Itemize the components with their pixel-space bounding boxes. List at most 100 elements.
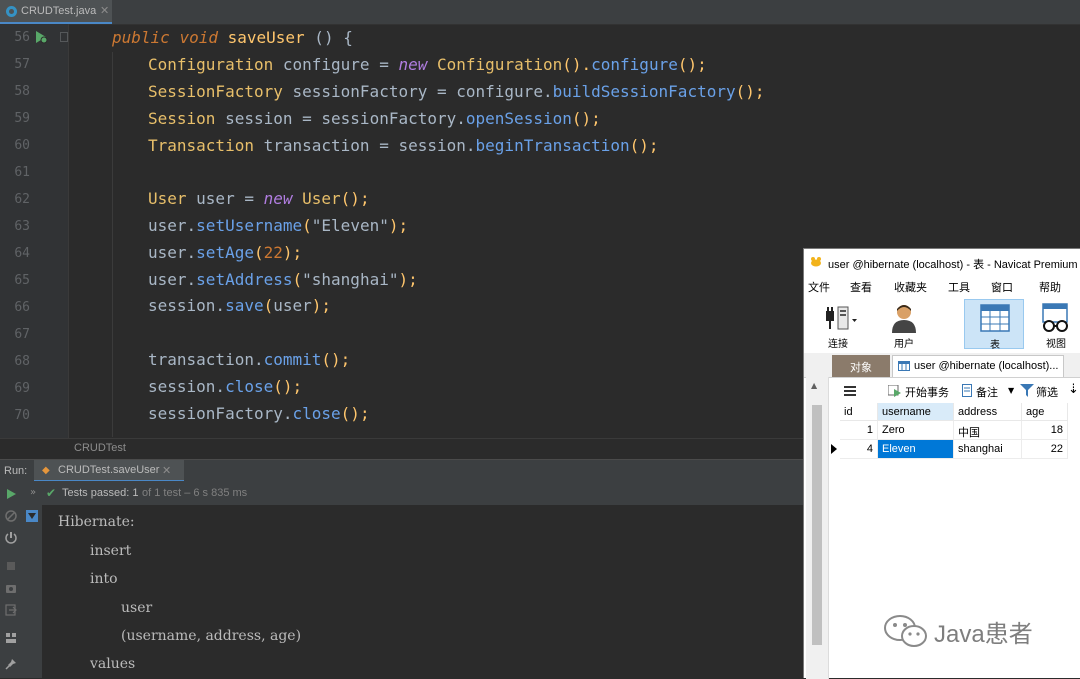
cell-id[interactable]: 1 bbox=[840, 421, 878, 440]
breadcrumb: CRUDTest bbox=[0, 438, 803, 459]
memo-icon bbox=[962, 384, 972, 397]
editor-tab-crudtest[interactable]: CRUDTest.java ✕ bbox=[0, 0, 112, 24]
user-button[interactable]: 用户 bbox=[882, 299, 926, 350]
view-icon bbox=[1042, 303, 1068, 332]
rerun-icon[interactable] bbox=[4, 487, 18, 501]
cell-age[interactable]: 22 bbox=[1022, 440, 1068, 459]
column-header-id[interactable]: id bbox=[840, 403, 878, 421]
code-line-70: sessionFactory.close(); bbox=[148, 404, 370, 423]
test-config-icon: ◆ bbox=[42, 465, 50, 476]
column-header-address[interactable]: address bbox=[954, 403, 1022, 421]
code-line-69: session.close(); bbox=[148, 377, 303, 396]
cell-id[interactable]: 4 bbox=[840, 440, 878, 459]
export-icon[interactable] bbox=[4, 603, 18, 617]
line-number: 63 bbox=[14, 219, 30, 234]
column-header-username[interactable]: username bbox=[878, 403, 954, 421]
connect-label: 连接 bbox=[828, 339, 848, 350]
scrollbar[interactable]: ▲ bbox=[806, 377, 829, 679]
table-icon bbox=[980, 304, 1010, 332]
tab-objects[interactable]: 对象 bbox=[832, 355, 890, 377]
menu-file[interactable]: 文件 bbox=[808, 279, 830, 295]
table-label: 表 bbox=[990, 340, 1000, 351]
editor-tab-label: CRUDTest.java bbox=[21, 5, 97, 17]
view-label: 视图 bbox=[1046, 339, 1066, 350]
cell-username[interactable]: Zero bbox=[878, 421, 954, 440]
run-tab-label: CRUDTest.saveUser bbox=[58, 464, 160, 476]
test-status-bar: » ✔ Tests passed: 1 of 1 test – 6 s 835 … bbox=[22, 481, 803, 506]
breadcrumb-item[interactable]: CRUDTest bbox=[74, 442, 126, 454]
check-icon: ✔ bbox=[46, 486, 57, 500]
tab-user-table-label: user @hibernate (localhost)... bbox=[914, 360, 1059, 372]
console-line: values bbox=[90, 656, 136, 672]
column-header-age[interactable]: age bbox=[1022, 403, 1068, 421]
console-line: insert bbox=[90, 543, 132, 559]
console-line: user bbox=[121, 600, 153, 616]
console-line: Hibernate: bbox=[58, 514, 135, 530]
code-line-60: Transaction transaction = session.beginT… bbox=[148, 136, 659, 155]
tab-objects-label: 对象 bbox=[850, 361, 872, 374]
filter-button[interactable]: 筛选 bbox=[1036, 384, 1058, 400]
line-number: 60 bbox=[14, 138, 30, 153]
menu-favorites[interactable]: 收藏夹 bbox=[894, 279, 927, 295]
filter-icon bbox=[1020, 384, 1034, 397]
wechat-icon bbox=[884, 615, 927, 647]
code-line-65: user.setAddress("shanghai"); bbox=[148, 270, 418, 289]
code-line-68: transaction.commit(); bbox=[148, 350, 351, 369]
cell-age[interactable]: 18 bbox=[1022, 421, 1068, 440]
run-test-icon[interactable] bbox=[34, 30, 48, 44]
cell-address[interactable]: 中国 bbox=[954, 421, 1022, 440]
line-number: 59 bbox=[14, 111, 30, 126]
tab-user-table[interactable]: user @hibernate (localhost)... bbox=[892, 355, 1064, 377]
begin-transaction-button[interactable]: 开始事务 bbox=[905, 384, 949, 400]
cell-username-selected[interactable]: Eleven bbox=[878, 440, 954, 459]
view-button[interactable]: 视图 bbox=[1034, 299, 1078, 350]
close-icon[interactable]: ✕ bbox=[100, 4, 109, 17]
layout-icon[interactable] bbox=[4, 631, 18, 645]
fold-icon[interactable] bbox=[60, 32, 68, 42]
console-output[interactable]: Hibernate: insert into user (username, a… bbox=[42, 505, 803, 678]
console-line: (username, address, age) bbox=[121, 628, 302, 644]
menu-view[interactable]: 查看 bbox=[850, 279, 872, 295]
close-icon[interactable]: ✕ bbox=[162, 464, 171, 477]
menu-tools[interactable]: 工具 bbox=[948, 279, 970, 295]
memo-dropdown-icon[interactable]: ▼ bbox=[1008, 386, 1014, 395]
memo-button[interactable]: 备注 bbox=[976, 384, 998, 400]
code-line-63: user.setUsername("Eleven"); bbox=[148, 216, 409, 235]
pin-icon[interactable] bbox=[4, 657, 18, 671]
code-line-62: User user = new User(); bbox=[148, 189, 370, 208]
connect-button[interactable]: 连接 bbox=[816, 299, 860, 350]
user-icon bbox=[892, 305, 916, 333]
sort-icon[interactable]: ⇣ bbox=[1068, 382, 1079, 397]
navicat-toolbar: 连接 用户 表 视图 bbox=[804, 297, 1080, 354]
run-tab-crudtest-saveuser[interactable]: ◆ CRUDTest.saveUser ✕ bbox=[34, 460, 184, 482]
line-number-gutter: 56 57 58 59 60 61 62 63 64 65 66 67 68 6… bbox=[0, 24, 69, 438]
toggle-auto-test-icon[interactable] bbox=[4, 531, 18, 545]
expand-icon[interactable]: » bbox=[30, 487, 36, 498]
navicat-menu-bar: 文件 查看 收藏夹 工具 窗口 帮助 bbox=[804, 275, 1080, 297]
cell-address[interactable]: shanghai bbox=[954, 440, 1022, 459]
collapse-icon[interactable] bbox=[26, 510, 38, 522]
scroll-up-icon[interactable]: ▲ bbox=[811, 381, 817, 390]
run-toolbar bbox=[0, 481, 23, 678]
code-line-59: Session session = sessionFactory.openSes… bbox=[148, 109, 601, 128]
menu-window[interactable]: 窗口 bbox=[991, 279, 1013, 295]
menu-help[interactable]: 帮助 bbox=[1039, 279, 1061, 295]
java-class-icon bbox=[6, 6, 17, 17]
line-number: 68 bbox=[14, 354, 30, 369]
scroll-thumb[interactable] bbox=[812, 405, 822, 645]
navicat-app-icon bbox=[811, 257, 821, 267]
console-line: into bbox=[90, 571, 118, 587]
watermark-text: Java患者 bbox=[934, 621, 1033, 648]
rerun-failed-icon[interactable] bbox=[4, 509, 18, 523]
run-label: Run: bbox=[4, 465, 28, 477]
navicat-title-bar: user @hibernate (localhost) - 表 - Navica… bbox=[804, 249, 1080, 275]
stop-icon[interactable] bbox=[4, 559, 18, 573]
test-tree bbox=[22, 505, 42, 678]
camera-icon[interactable] bbox=[4, 581, 18, 595]
table-icon bbox=[898, 361, 910, 371]
menu-icon[interactable] bbox=[844, 385, 856, 397]
table-button[interactable]: 表 bbox=[964, 299, 1024, 351]
user-label: 用户 bbox=[894, 339, 914, 350]
data-grid: id username address age 1 Zero 中国 18 4 E… bbox=[830, 403, 1080, 459]
tests-passed-text: Tests passed: 1 bbox=[62, 487, 139, 499]
